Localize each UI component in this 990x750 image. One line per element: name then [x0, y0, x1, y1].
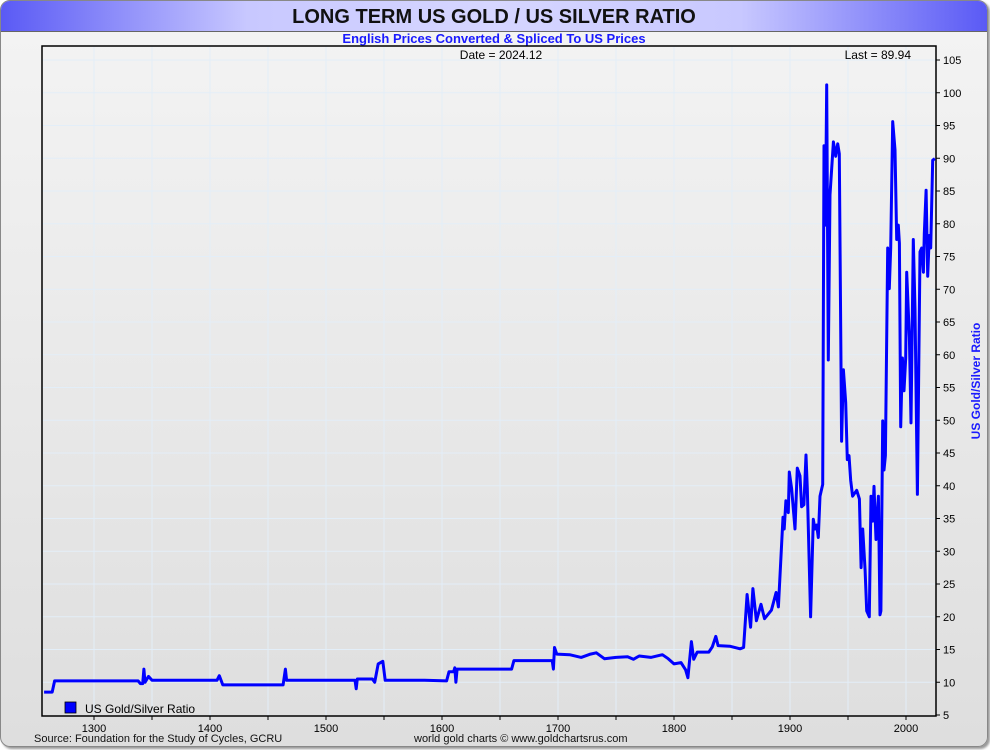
y-tick-label: 60 — [943, 350, 955, 362]
y-tick-label: 65 — [943, 317, 955, 329]
y-tick-label: 5 — [943, 710, 949, 722]
series-line-gold-silver-ratio — [44, 83, 936, 694]
y-tick-label: 45 — [943, 448, 955, 460]
y-tick-label: 30 — [943, 546, 955, 558]
source-note: Source: Foundation for the Study of Cycl… — [34, 733, 283, 745]
legend-label: US Gold/Silver Ratio — [85, 702, 195, 716]
x-tick-label: 1800 — [662, 723, 686, 735]
y-tick-label: 55 — [943, 383, 955, 395]
x-tick-label: 1500 — [314, 723, 338, 735]
y-tick-label: 95 — [943, 121, 955, 133]
y-tick-label: 75 — [943, 252, 955, 264]
credit-note: world gold charts © www.goldchartsrus.co… — [414, 733, 628, 745]
y-tick-label: 25 — [943, 579, 955, 591]
last-value-label: Last = 89.94 — [845, 48, 912, 62]
legend-swatch — [64, 701, 77, 714]
y-tick-label: 85 — [943, 186, 955, 198]
y-tick-label: 105 — [943, 55, 961, 67]
x-tick-label: 2000 — [894, 723, 918, 735]
y-axis: 5 10 15 20 25 30 35 40 45 50 55 60 65 70 75 80 85 90 95 100… — [936, 55, 961, 722]
y-tick-label: 15 — [943, 645, 955, 657]
plot-area — [41, 45, 937, 717]
y-tick-label: 100 — [943, 88, 961, 100]
chart-svg: 1300 1400 1500 1600 1700 1800 1900 2000 5101520… — [41, 45, 983, 735]
date-label: Date = 2024.12 — [460, 48, 543, 62]
y-tick-label: 40 — [943, 481, 955, 493]
y-tick-label: 80 — [943, 219, 955, 231]
chart-frame: LONG TERM US GOLD / US SILVER RATIO Engl… — [0, 0, 988, 747]
y-tick-label: 50 — [943, 415, 955, 427]
y-tick-label: 90 — [943, 153, 955, 165]
y-tick-label: 35 — [943, 514, 955, 526]
y-tick-label: 20 — [943, 612, 955, 624]
y-axis-label: US Gold/Silver Ratio — [969, 323, 983, 440]
x-tick-label: 1900 — [778, 723, 802, 735]
grid — [42, 46, 936, 716]
y-tick-label: 10 — [943, 677, 955, 689]
y-tick-label: 70 — [943, 284, 955, 296]
